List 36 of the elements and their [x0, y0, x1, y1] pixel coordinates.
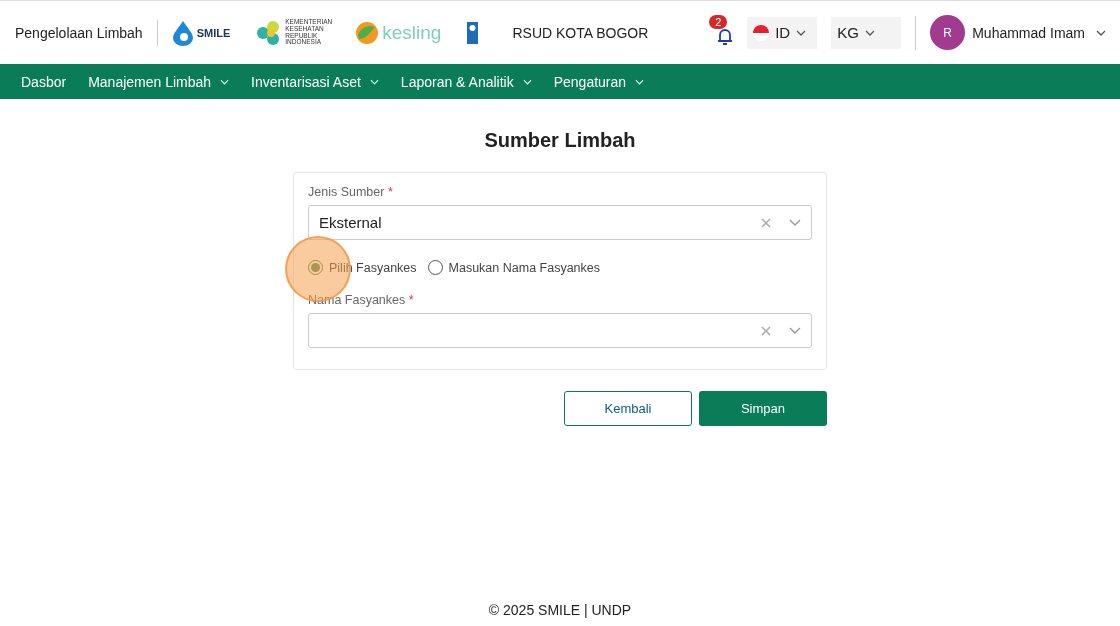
- notification-count: 2: [709, 14, 728, 29]
- undp-logo: [467, 21, 479, 44]
- footer-text: © 2025 SMILE | UNDP: [487, 602, 633, 620]
- chevron-down-icon: [789, 327, 801, 334]
- smile-logo: SMILE: [171, 19, 231, 46]
- chevron-down-icon: [864, 29, 875, 36]
- chevron-down-icon: [1096, 29, 1106, 36]
- facility-select[interactable]: [308, 313, 812, 348]
- chevron-down-icon: [635, 78, 645, 85]
- nav-item[interactable]: Manajemen Limbah: [84, 69, 234, 94]
- source-type-select[interactable]: Eksternal: [308, 205, 812, 240]
- indonesia-flag-icon: [753, 24, 770, 41]
- clear-icon[interactable]: [761, 325, 771, 336]
- page-title: Sumber Limbah: [484, 129, 636, 152]
- chevron-down-icon: [522, 78, 532, 85]
- save-button[interactable]: Simpan: [699, 391, 827, 426]
- user-menu[interactable]: R Muhammad Imam: [930, 15, 1106, 50]
- chevron-down-icon: [789, 219, 801, 226]
- facility-name: RSUD KOTA BOGOR: [512, 24, 649, 41]
- nav-item[interactable]: Pengaturan: [549, 69, 649, 94]
- kesling-logo: kesling: [355, 20, 442, 45]
- chevron-down-icon: [796, 29, 807, 36]
- nav-item[interactable]: Inventarisasi Aset: [247, 69, 383, 94]
- radio-option[interactable]: Masukan Nama Fasyankes: [427, 260, 600, 275]
- clear-icon[interactable]: [761, 217, 771, 228]
- nav-item[interactable]: Dasbor: [17, 69, 71, 94]
- language-select[interactable]: ID: [747, 16, 818, 49]
- user-avatar: R: [930, 15, 966, 50]
- chevron-down-icon: [369, 78, 379, 85]
- field-label: Jenis Sumber *: [308, 185, 394, 199]
- back-button[interactable]: Kembali: [564, 391, 692, 426]
- nav-item[interactable]: Laporan & Analitik: [396, 69, 536, 94]
- unit-select[interactable]: KG: [831, 16, 902, 49]
- app-name: Pengelolaan Limbah: [15, 24, 143, 41]
- chevron-down-icon: [220, 78, 230, 85]
- radio-option[interactable]: Pilih Fasyankes: [308, 260, 417, 275]
